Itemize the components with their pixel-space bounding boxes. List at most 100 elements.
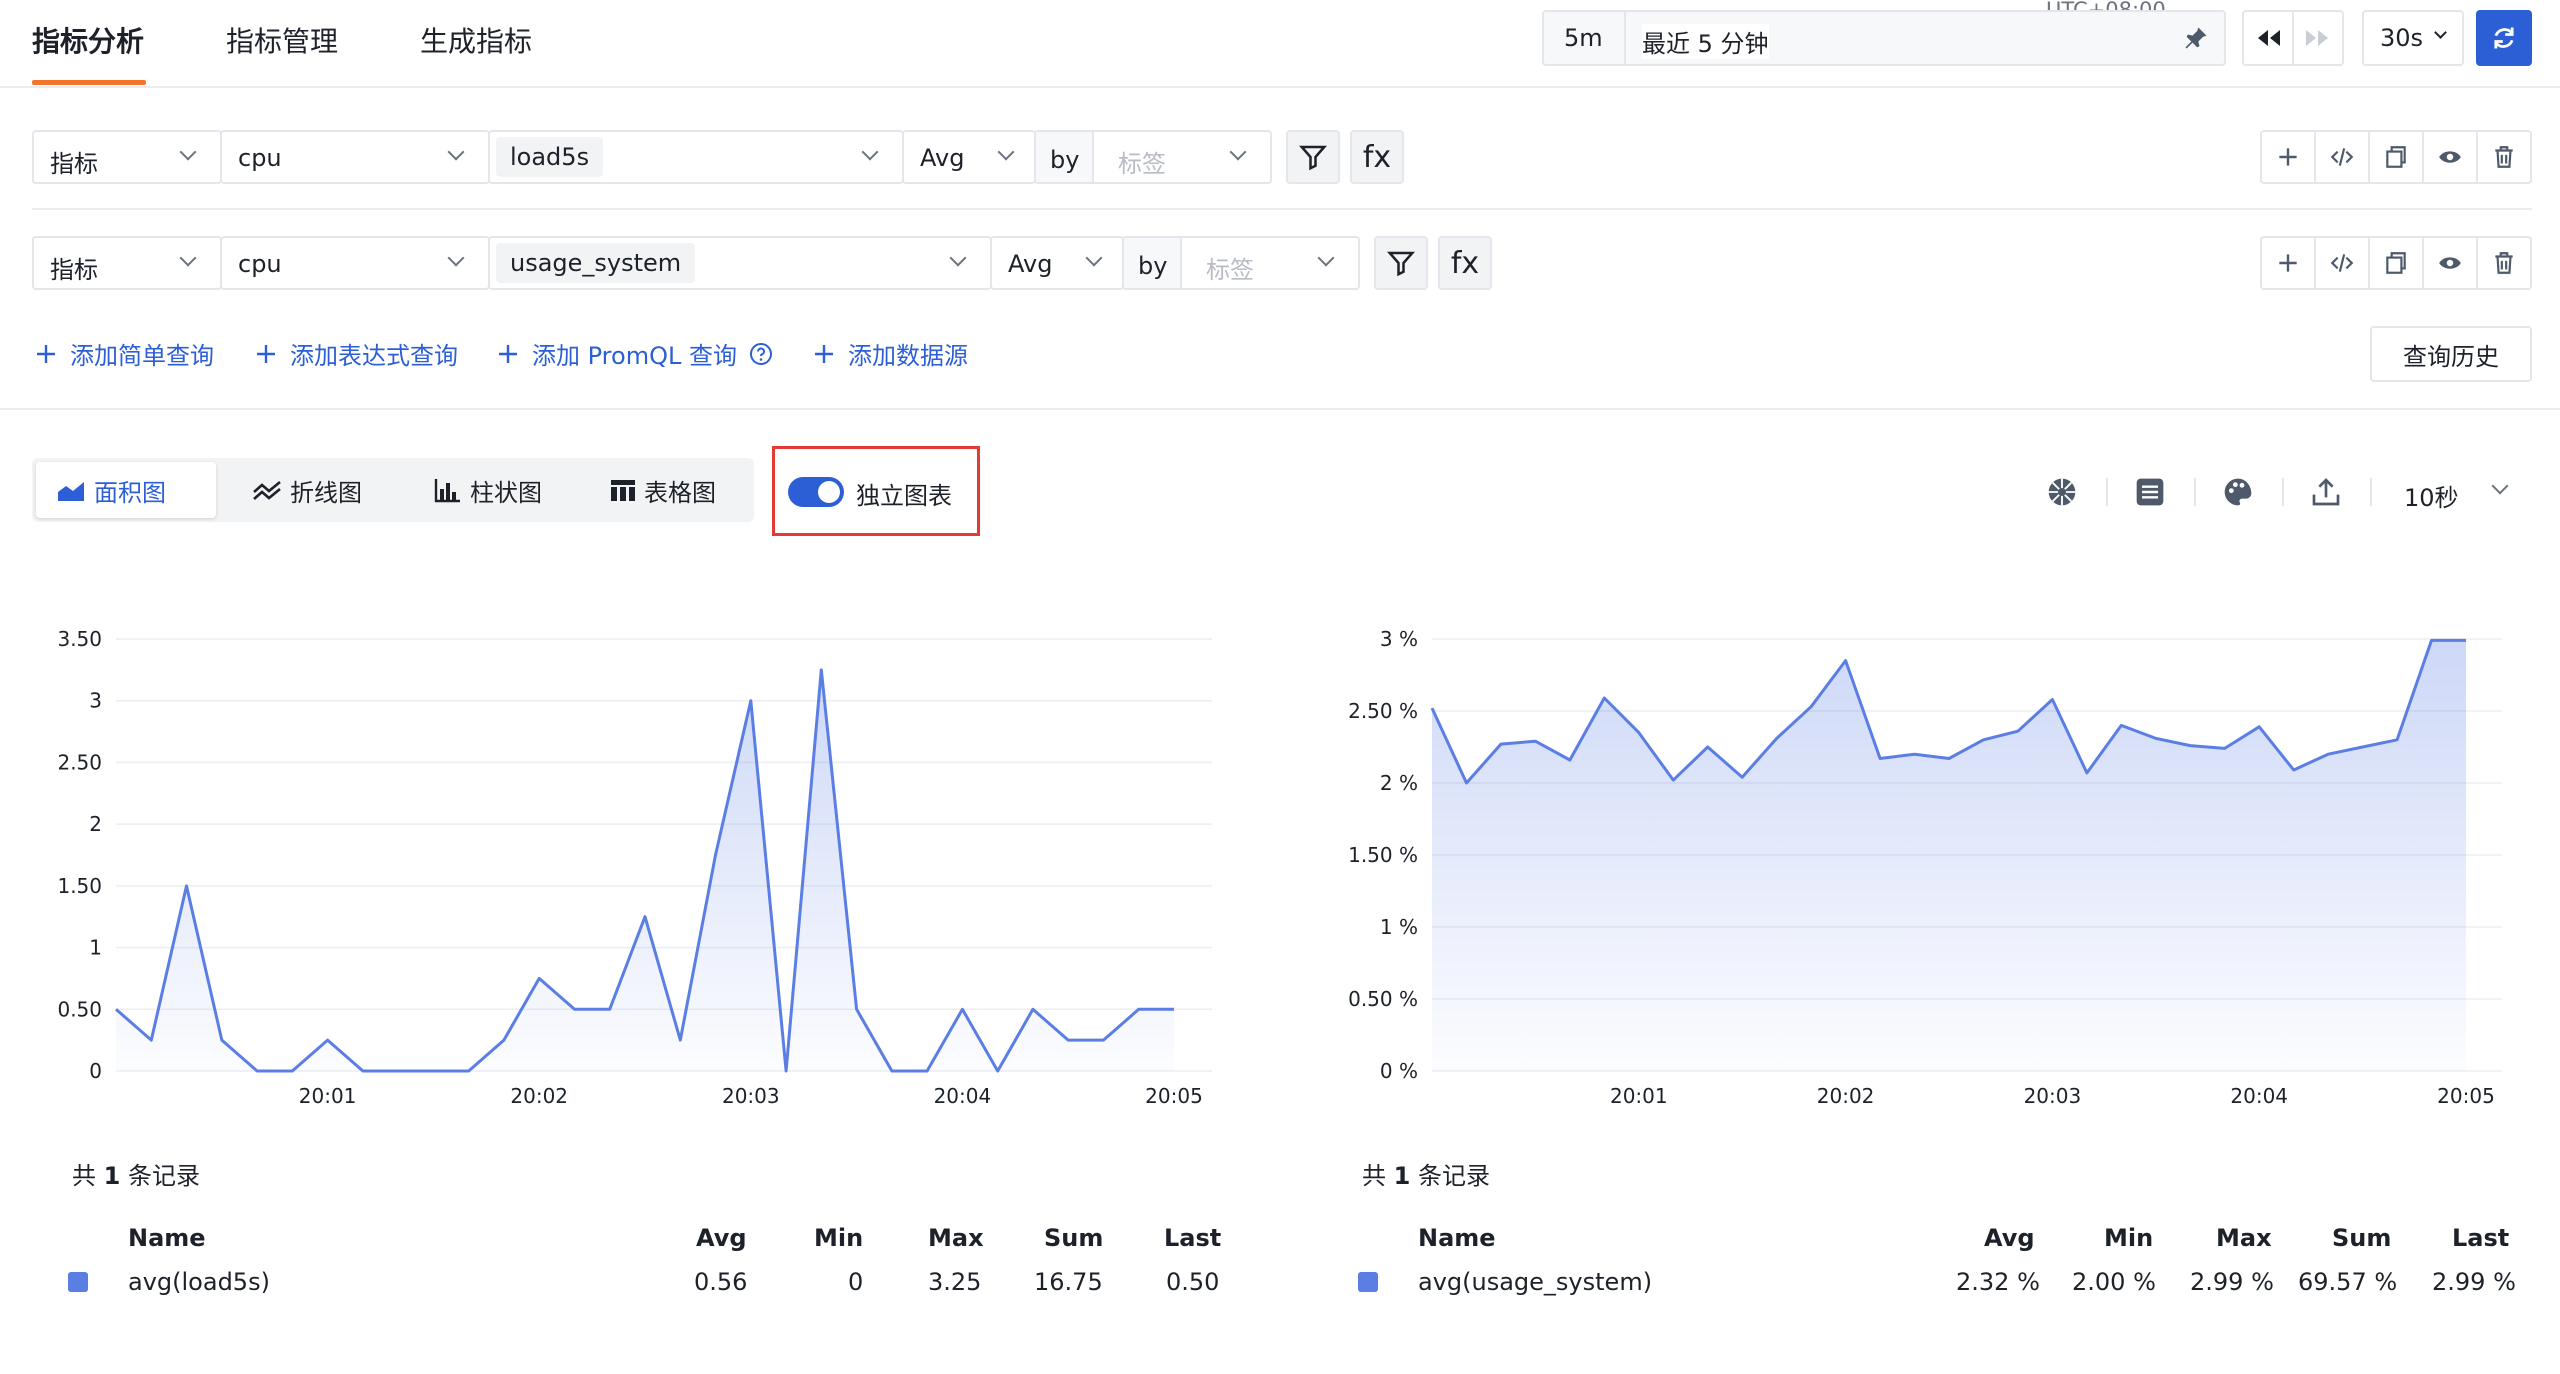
x-tick-label: 20:02 — [510, 1084, 568, 1108]
record-count: 共 1 条记录 — [1362, 1162, 1490, 1190]
x-tick-label: 20:01 — [1610, 1084, 1668, 1108]
rewind-icon — [2258, 30, 2280, 46]
section-divider — [0, 408, 2560, 410]
y-tick-label: 0.50 % — [1348, 987, 1418, 1011]
function-button[interactable]: fx — [1438, 236, 1492, 290]
tag-placeholder: 标签 — [1206, 256, 1254, 284]
step-forward-button[interactable] — [2292, 10, 2344, 66]
delete-icon[interactable] — [2478, 132, 2530, 182]
refresh-button[interactable] — [2476, 10, 2532, 66]
toggle-knob — [818, 481, 840, 503]
y-tick-label: 1 — [89, 936, 102, 960]
legend-col-last: Last — [1164, 1224, 1222, 1252]
add-datasource-label: 添加数据源 — [848, 342, 968, 370]
legend-list-icon[interactable] — [2134, 476, 2166, 512]
metric-select[interactable]: usage_system — [488, 236, 992, 290]
legend-col-sum: Sum — [2332, 1224, 2392, 1252]
legend-series-name[interactable]: avg(load5s) — [128, 1268, 270, 1296]
legend-series-min: 0 — [848, 1268, 864, 1296]
tab-table[interactable]: 表格图 — [590, 462, 736, 518]
legend-col-avg: Avg — [696, 1224, 747, 1252]
series-color-swatch[interactable] — [1358, 1272, 1378, 1292]
add-expression-query-link[interactable]: 添加表达式查询 — [254, 336, 458, 371]
active-tab-indicator — [32, 80, 146, 85]
add-query-icon[interactable] — [2262, 132, 2316, 182]
metric-select[interactable]: load5s — [488, 130, 904, 184]
filter-button[interactable] — [1286, 130, 1340, 184]
code-icon[interactable] — [2316, 132, 2370, 182]
step-back-button[interactable] — [2242, 10, 2294, 66]
tab-area-chart-label: 面积图 — [94, 478, 166, 507]
legend-col-min: Min — [2104, 1224, 2154, 1252]
legend-col-name: Name — [128, 1224, 206, 1252]
add-datasource-link[interactable]: 添加数据源 — [812, 336, 968, 371]
y-tick-label: 2 — [89, 812, 102, 836]
aggregation-select[interactable]: Avg — [902, 130, 1036, 184]
legend-series-name[interactable]: avg(usage_system) — [1418, 1268, 1652, 1296]
y-tick-label: 2 % — [1380, 771, 1418, 795]
metric-tag[interactable]: load5s — [496, 137, 604, 177]
x-tick-label: 20:05 — [2437, 1084, 2495, 1108]
eye-icon[interactable] — [2424, 238, 2478, 288]
metric-set-select[interactable]: cpu — [220, 130, 490, 184]
x-tick-label: 20:03 — [2024, 1084, 2082, 1108]
eye-icon[interactable] — [2424, 132, 2478, 182]
interval-value: 10秒 — [2404, 484, 2459, 512]
palette-icon[interactable] — [2222, 476, 2254, 512]
independent-chart-toggle[interactable] — [788, 477, 844, 507]
filter-button[interactable] — [1374, 236, 1428, 290]
function-button[interactable]: fx — [1350, 130, 1404, 184]
tab-metric-management[interactable]: 指标管理 — [226, 20, 338, 60]
refresh-interval-select[interactable]: 30s — [2362, 10, 2464, 66]
y-tick-label: 1.50 — [57, 874, 102, 898]
aggregation-value: Avg — [920, 144, 965, 172]
interval-select[interactable]: 10秒 — [2390, 464, 2532, 520]
plus-icon — [499, 344, 517, 363]
tab-bar-chart[interactable]: 柱状图 — [412, 462, 562, 518]
y-tick-label: 1.50 % — [1348, 843, 1418, 867]
legend-col-sum: Sum — [1044, 1224, 1104, 1252]
query-2-actions — [2260, 236, 2532, 290]
code-icon[interactable] — [2316, 238, 2370, 288]
chevron-down-icon — [179, 249, 197, 267]
add-expression-query-label: 添加表达式查询 — [290, 342, 458, 370]
query-separator — [32, 208, 2532, 210]
legend-series-sum: 69.57 % — [2298, 1268, 2398, 1296]
x-tick-label: 20:03 — [722, 1084, 780, 1108]
time-range-picker[interactable]: 5m 最近 5 分钟 — [1542, 10, 2226, 66]
group-by-select[interactable]: by 标签 — [1034, 130, 1272, 184]
tab-line-chart[interactable]: 折线图 — [232, 462, 382, 518]
add-simple-query-link[interactable]: 添加简单查询 — [34, 336, 214, 371]
metric-set-select[interactable]: cpu — [220, 236, 490, 290]
tab-area-chart[interactable]: 面积图 — [36, 462, 216, 518]
tab-metric-analysis[interactable]: 指标分析 — [32, 20, 144, 60]
copy-icon[interactable] — [2370, 238, 2424, 288]
delete-icon[interactable] — [2478, 238, 2530, 288]
legend-series-avg: 2.32 % — [1956, 1268, 2040, 1296]
metric-tag[interactable]: usage_system — [496, 243, 696, 283]
copy-icon[interactable] — [2370, 132, 2424, 182]
pin-icon[interactable] — [2182, 24, 2210, 56]
legend-series-max: 2.99 % — [2190, 1268, 2274, 1296]
header-divider — [0, 86, 2560, 88]
area-chart-icon — [58, 482, 84, 501]
function-label: fx — [1362, 139, 1392, 175]
aggregation-value: Avg — [1008, 250, 1053, 278]
add-query-icon[interactable] — [2262, 238, 2316, 288]
group-by-select[interactable]: by 标签 — [1122, 236, 1360, 290]
query-history-button[interactable]: 查询历史 — [2370, 326, 2532, 382]
export-icon[interactable] — [2310, 476, 2342, 512]
aggregation-select[interactable]: Avg — [990, 236, 1124, 290]
tab-generate-metric[interactable]: 生成指标 — [420, 20, 532, 60]
x-tick-label: 20:05 — [1145, 1084, 1203, 1108]
y-tick-label: 2.50 % — [1348, 699, 1418, 723]
series-color-swatch[interactable] — [68, 1272, 88, 1292]
query-type-select[interactable]: 指标 — [32, 130, 222, 184]
query-type-select[interactable]: 指标 — [32, 236, 222, 290]
help-icon[interactable] — [749, 342, 773, 366]
add-promql-query-link[interactable]: 添加 PromQL 查询 — [496, 336, 773, 371]
legend-series-avg: 0.56 — [694, 1268, 748, 1296]
y-tick-label: 1 % — [1380, 915, 1418, 939]
line-chart-icon — [253, 480, 281, 500]
chart-settings-icon[interactable] — [2046, 476, 2078, 512]
